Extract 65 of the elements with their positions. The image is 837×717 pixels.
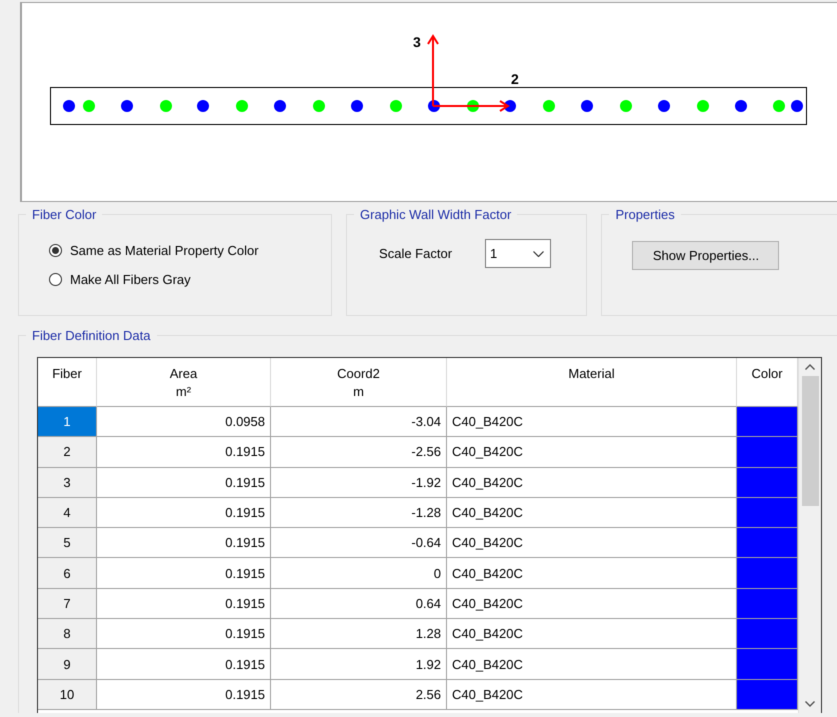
table-cell: C40_B420C [447, 588, 737, 620]
table-cell: 1.28 [271, 619, 447, 650]
column-title: Fiber [52, 365, 82, 383]
row-header-cell[interactable]: 6 [38, 558, 97, 589]
table-cell: C40_B420C [447, 619, 737, 650]
axis-label: 2 [511, 71, 519, 87]
table-cell: 0.1915 [97, 437, 271, 468]
table-cell: C40_B420C [447, 468, 737, 498]
column-title: Area [170, 365, 198, 383]
table-cell: 0.64 [271, 588, 447, 620]
row-header-cell[interactable]: 1 [38, 407, 97, 438]
table-cell: -2.56 [271, 437, 447, 468]
table-cell: 0.1915 [97, 649, 271, 680]
table-cell: C40_B420C [447, 498, 737, 528]
table-cell: 0.1915 [97, 558, 271, 589]
row-header-cell[interactable]: 2 [38, 437, 97, 468]
table-cell: -0.64 [271, 528, 447, 558]
show-properties-button[interactable]: Show Properties... [632, 241, 780, 270]
table-cell: 0.0958 [97, 407, 271, 438]
table-cell: C40_B420C [447, 649, 737, 680]
table-cell: 0.1915 [97, 468, 271, 498]
scrollbar[interactable] [798, 358, 821, 713]
table-cell: 2.56 [271, 680, 447, 710]
table-cell: -1.28 [271, 498, 447, 528]
table-cell: C40_B420C [447, 437, 737, 468]
row-header-cell[interactable]: 3 [38, 468, 97, 498]
radio-button[interactable] [49, 244, 62, 257]
field-label: Scale Factor [379, 246, 452, 261]
row-header-cell[interactable]: 5 [38, 528, 97, 558]
group-title: Graphic Wall Width Factor [354, 207, 518, 222]
group-title: Fiber Color [26, 207, 102, 222]
table-cell: 1.92 [271, 649, 447, 680]
table-cell: 0.1915 [97, 619, 271, 650]
row-header-cell[interactable]: 9 [38, 649, 97, 680]
radio-button[interactable] [49, 273, 62, 286]
column-title: Color [751, 365, 783, 383]
table-cell: C40_B420C [447, 407, 737, 438]
scrollbar-thumb[interactable] [802, 376, 818, 506]
table-cell: -3.04 [271, 407, 447, 438]
table-cell: C40_B420C [447, 558, 737, 589]
scroll-down-icon[interactable] [805, 701, 815, 707]
table-cell: 0.1915 [97, 528, 271, 558]
scroll-up-icon[interactable] [805, 364, 815, 370]
scale-factor-dropdown[interactable]: 1 [485, 239, 552, 268]
chevron-down-icon [533, 250, 544, 256]
group-title: Fiber Definition Data [26, 328, 156, 343]
table-cell: 0.1915 [97, 498, 271, 528]
radio-label[interactable]: Make All Fibers Gray [70, 272, 191, 287]
radio-label[interactable]: Same as Material Property Color [70, 243, 259, 258]
column-title: Material [568, 365, 615, 383]
row-header-cell[interactable]: 7 [38, 588, 97, 620]
axis-label: 3 [413, 34, 421, 50]
row-header-cell[interactable]: 4 [38, 498, 97, 528]
table-cell: -1.92 [271, 468, 447, 498]
column-unit: m² [176, 383, 192, 401]
table-cell: 0.1915 [97, 588, 271, 620]
table-cell: C40_B420C [447, 528, 737, 558]
table-cell: C40_B420C [447, 680, 737, 710]
row-header-cell[interactable]: 8 [38, 619, 97, 650]
row-header-cell[interactable]: 10 [38, 680, 97, 710]
column-unit: m [353, 383, 364, 401]
group-title: Properties [609, 207, 681, 222]
column-title: Coord2 [337, 365, 380, 383]
table-cell: 0.1915 [97, 680, 271, 710]
table-cell: 0 [271, 558, 447, 589]
